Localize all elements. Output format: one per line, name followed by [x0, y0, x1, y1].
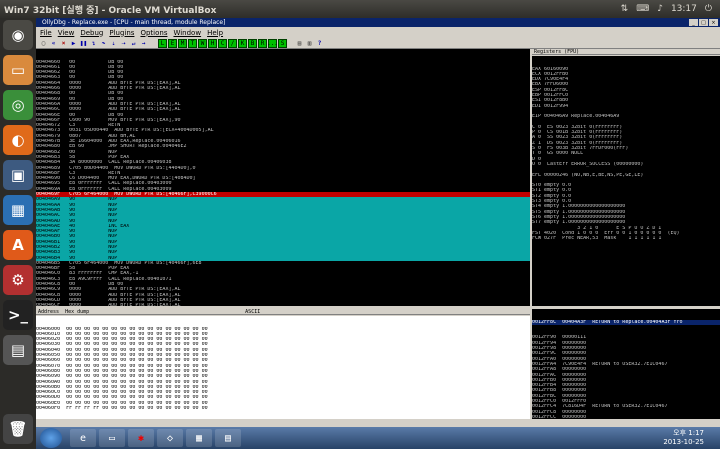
- host-clock[interactable]: 13:17: [671, 4, 697, 14]
- menu-help[interactable]: Help: [207, 29, 223, 37]
- toolbar-dots[interactable]: ...: [267, 38, 278, 48]
- power-icon[interactable]: ⏻: [705, 4, 712, 14]
- dash-icon[interactable]: ◉: [3, 20, 33, 50]
- volume-icon[interactable]: ♪: [657, 4, 663, 14]
- dump-header: Address Hex dump ASCII: [36, 309, 530, 315]
- menu-window[interactable]: Window: [173, 29, 201, 37]
- ollydbg-title-bar: OllyDbg - Replace.exe - [CPU - main thre…: [36, 18, 720, 27]
- options-icon[interactable]: ▤: [295, 39, 304, 48]
- host-title-bar: Win7 32bit [실행 중] - Oracle VM VirtualBox…: [0, 0, 720, 18]
- step-over-icon[interactable]: ↷: [99, 39, 108, 48]
- document-icon[interactable]: ▤: [215, 429, 241, 447]
- menu-file[interactable]: File: [40, 29, 52, 37]
- start-button[interactable]: [40, 428, 62, 448]
- toolbar-m[interactable]: M: [178, 38, 187, 48]
- restart-icon[interactable]: «: [49, 39, 58, 48]
- toolbar-k[interactable]: K: [238, 38, 247, 48]
- clock-date: 2013-10-25: [663, 438, 704, 446]
- register-row[interactable]: FCW 027F Prec NEAR,53 Mask 1 1 1 1 1 1: [532, 236, 720, 241]
- workspaces-icon[interactable]: ▤: [3, 335, 33, 365]
- toolbar-s[interactable]: S: [278, 38, 287, 48]
- clock-time: 오후 1:17: [673, 429, 704, 437]
- dump-header-address: Address: [38, 309, 60, 315]
- menu-options[interactable]: Options: [140, 29, 167, 37]
- maximize-button[interactable]: □: [699, 19, 708, 26]
- explorer-icon[interactable]: ▭: [99, 429, 125, 447]
- app-task-icon[interactable]: ◇: [157, 429, 183, 447]
- dump-header-hex: Hex dump: [65, 309, 90, 315]
- windows-clock[interactable]: 오후 1:17 2013-10-25: [663, 429, 704, 447]
- menu-plugins[interactable]: Plugins: [109, 29, 134, 37]
- trace-into-icon[interactable]: ⇣: [109, 39, 118, 48]
- stack-pane[interactable]: 0012FF8C 00404A3F RETURN to Replace.0040…: [532, 309, 720, 426]
- files-icon[interactable]: ▭: [3, 55, 33, 85]
- toolbar-c[interactable]: C: [218, 38, 227, 48]
- toolbar: ▢ « × ▶ ❚❚ ↴ ↷ ⇣ ⇢ ↵ → L E M T W H C / K…: [36, 38, 720, 49]
- network-icon[interactable]: ⇅: [621, 4, 629, 14]
- appearance-icon[interactable]: ▥: [305, 39, 314, 48]
- menu-debug[interactable]: Debug: [80, 29, 103, 37]
- menu-view[interactable]: View: [58, 29, 75, 37]
- terminal-icon[interactable]: >_: [3, 300, 33, 330]
- vm-icon[interactable]: ▣: [3, 160, 33, 190]
- windows-taskbar: e ▭ ✱ ◇ ▦ ▤ 오후 1:17 2013-10-25: [36, 427, 720, 449]
- close-program-icon[interactable]: ×: [59, 39, 68, 48]
- disassembly-pane[interactable]: 00404660 00 DB 00 00404661 00 DB 00 004046…: [36, 49, 530, 306]
- virtualbox-icon[interactable]: ▦: [3, 195, 33, 225]
- open-icon[interactable]: ▢: [39, 39, 48, 48]
- dump-pane[interactable]: 00406000 00 00 00 00 00 00 00 00 00 00 0…: [36, 316, 530, 426]
- toolbar-h[interactable]: H: [208, 38, 217, 48]
- stack-top-row[interactable]: 0012FF8C 00404A3F RETURN to Replace.0040…: [532, 319, 720, 325]
- cpu-window: 00404660 00 DB 00 00404661 00 DB 00 004046…: [36, 49, 720, 427]
- registers-pane[interactable]: EAX 60160090 ECX 0012FFB0 EDX 7C90E4F4 EBX …: [532, 56, 720, 306]
- toolbar-w[interactable]: W: [198, 38, 207, 48]
- firefox-icon[interactable]: ◐: [3, 125, 33, 155]
- run-icon[interactable]: ▶: [69, 39, 78, 48]
- trash-icon[interactable]: 🗑: [3, 414, 33, 444]
- unity-launcher: ◉ ▭ ◎ ◐ ▣ ▦ A ⚙ >_ ▤ 🗑: [0, 18, 36, 449]
- status-bar: [36, 419, 720, 427]
- calculator-icon[interactable]: ▦: [186, 429, 212, 447]
- dump-row[interactable]: 004060F0 FF FF FF FF 00 00 00 00 00 00 0…: [36, 406, 530, 411]
- trace-over-icon[interactable]: ⇢: [119, 39, 128, 48]
- execute-till-return-icon[interactable]: ↵: [129, 39, 138, 48]
- pause-icon[interactable]: ❚❚: [79, 39, 88, 48]
- close-button[interactable]: ×: [709, 19, 718, 26]
- toolbar-r[interactable]: R: [258, 38, 267, 48]
- disassembly-list[interactable]: 00404660 00 DB 00 00404661 00 DB 00 004046…: [36, 60, 530, 306]
- toolbar-e[interactable]: E: [168, 38, 177, 48]
- help-icon[interactable]: ?: [315, 39, 324, 48]
- goto-icon[interactable]: →: [139, 39, 148, 48]
- settings-icon[interactable]: ⚙: [3, 265, 33, 295]
- ollydbg-title: OllyDbg - Replace.exe - [CPU - main thre…: [42, 19, 226, 26]
- toolbar-slash[interactable]: /: [228, 38, 237, 48]
- software-center-icon[interactable]: A: [3, 230, 33, 260]
- minimize-button[interactable]: _: [689, 19, 698, 26]
- toolbar-t[interactable]: T: [188, 38, 197, 48]
- menu-bar: File View Debug Plugins Options Window H…: [36, 27, 720, 38]
- registers-header: Registers (FPU): [532, 49, 720, 55]
- step-into-icon[interactable]: ↴: [89, 39, 98, 48]
- keyboard-icon[interactable]: ⌨: [636, 4, 649, 14]
- toolbar-b[interactable]: B: [248, 38, 257, 48]
- ollydbg-task-icon[interactable]: ✱: [128, 429, 154, 447]
- toolbar-l[interactable]: L: [158, 38, 167, 48]
- chrome-icon[interactable]: ◎: [3, 90, 33, 120]
- dump-header-ascii: ASCII: [245, 309, 261, 315]
- ie-icon[interactable]: e: [70, 429, 96, 447]
- registers-list[interactable]: EAX 60160090 ECX 0012FFB0 EDX 7C90E4F4 EBX …: [532, 67, 720, 242]
- vm-screen: OllyDbg - Replace.exe - [CPU - main thre…: [36, 18, 720, 449]
- stack-list[interactable]: 0012FF90 00000111 0012FF94 00000000 0012FF…: [532, 335, 720, 420]
- host-window-title: Win7 32bit [실행 중] - Oracle VM VirtualBox: [4, 5, 217, 16]
- dump-list[interactable]: 00406000 00 00 00 00 00 00 00 00 00 00 0…: [36, 327, 530, 412]
